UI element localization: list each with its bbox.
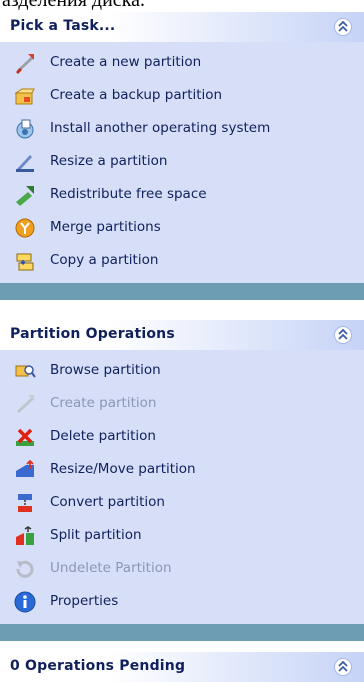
- resize-wand-icon: [16, 155, 34, 172]
- task-label: Merge partitions: [50, 219, 161, 235]
- op-label: Split partition: [50, 527, 142, 543]
- redistribute-icon: [16, 186, 34, 206]
- create-partition-wand-icon: [16, 54, 34, 74]
- panel-title: Pick a Task...: [10, 18, 116, 34]
- op-properties[interactable]: Properties: [0, 585, 364, 618]
- task-label: Create a new partition: [50, 54, 202, 70]
- task-copy-partition[interactable]: Copy a partition: [0, 244, 364, 277]
- backup-folder-icon: [14, 88, 35, 105]
- panel-title: Partition Operations: [10, 326, 175, 342]
- task-install-os[interactable]: Install another operating system: [0, 112, 364, 145]
- op-undelete-partition: Undelete Partition: [0, 552, 364, 585]
- chevron-up-icon: [338, 661, 348, 672]
- clipped-document-text: азделения диска.: [2, 0, 145, 11]
- task-create-backup-partition[interactable]: Create a backup partition: [0, 79, 364, 112]
- partition-operations-body: Browse partition Create partition Delete…: [0, 350, 364, 624]
- op-label: Create partition: [50, 395, 157, 411]
- partition-operations-panel: Partition Operations Browse partition Cr…: [0, 320, 364, 641]
- op-label: Resize/Move partition: [50, 461, 196, 477]
- op-label: Convert partition: [50, 494, 165, 510]
- pick-a-task-header[interactable]: Pick a Task...: [0, 12, 364, 42]
- task-redistribute-free-space[interactable]: Redistribute free space: [0, 178, 364, 211]
- operations-pending-header[interactable]: 0 Operations Pending: [0, 652, 364, 682]
- convert-partition-icon: [18, 494, 32, 512]
- panel-separator: [0, 624, 364, 641]
- resize-move-icon: [16, 459, 34, 477]
- task-label: Redistribute free space: [50, 186, 207, 202]
- op-browse-partition[interactable]: Browse partition: [0, 354, 364, 387]
- delete-partition-icon: [16, 428, 34, 446]
- pick-a-task-body: Create a new partition Create a backup p…: [0, 42, 364, 283]
- op-convert-partition[interactable]: Convert partition: [0, 486, 364, 519]
- undelete-icon: [16, 560, 34, 578]
- task-resize-partition[interactable]: Resize a partition: [0, 145, 364, 178]
- split-partition-icon: [16, 526, 34, 545]
- task-create-new-partition[interactable]: Create a new partition: [0, 46, 364, 79]
- chevron-up-icon: [338, 329, 348, 340]
- op-label: Properties: [50, 593, 119, 609]
- op-resize-move-partition[interactable]: Resize/Move partition: [0, 453, 364, 486]
- op-create-partition: Create partition: [0, 387, 364, 420]
- op-label: Undelete Partition: [50, 560, 172, 576]
- install-os-icon: [16, 119, 34, 139]
- op-delete-partition[interactable]: Delete partition: [0, 420, 364, 453]
- copy-partition-icon: [16, 253, 34, 271]
- pick-a-task-panel: Pick a Task... Create a new partition Cr…: [0, 12, 364, 300]
- collapse-button[interactable]: [334, 18, 352, 36]
- panel-title: 0 Operations Pending: [10, 658, 186, 674]
- task-label: Copy a partition: [50, 252, 159, 268]
- task-label: Install another operating system: [50, 120, 271, 136]
- browse-icon: [15, 365, 36, 378]
- task-label: Create a backup partition: [50, 87, 223, 103]
- collapse-button[interactable]: [334, 658, 352, 676]
- chevron-up-icon: [338, 21, 348, 32]
- info-icon: [14, 591, 36, 613]
- operations-pending-panel: 0 Operations Pending: [0, 652, 364, 682]
- partition-operations-header[interactable]: Partition Operations: [0, 320, 364, 350]
- task-label: Resize a partition: [50, 153, 168, 169]
- create-partition-icon: [17, 395, 34, 413]
- merge-icon: [15, 218, 35, 238]
- collapse-button[interactable]: [334, 326, 352, 344]
- op-split-partition[interactable]: Split partition: [0, 519, 364, 552]
- task-merge-partitions[interactable]: Merge partitions: [0, 211, 364, 244]
- op-label: Browse partition: [50, 362, 161, 378]
- panel-separator: [0, 283, 364, 300]
- op-label: Delete partition: [50, 428, 156, 444]
